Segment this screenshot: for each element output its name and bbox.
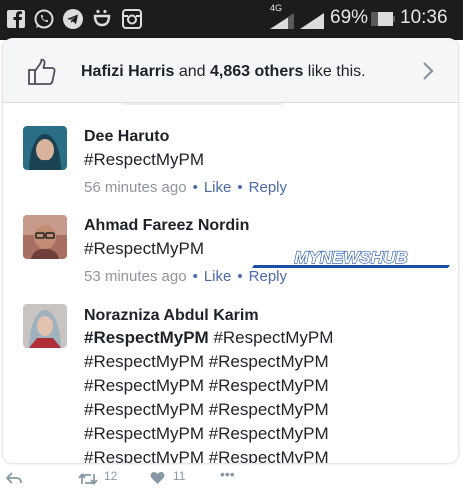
retweet-count: 12 (104, 469, 118, 483)
retweet-icon[interactable] (78, 472, 98, 486)
comment-author[interactable]: Dee Haruto (84, 128, 169, 146)
facebook-comments-card: Hafizi Harris and 4,863 others like this… (3, 38, 458, 463)
instagram-icon (122, 9, 142, 29)
facebook-icon (7, 10, 25, 29)
hashtag-line: #RespectMyPM #RespectMyPM (84, 448, 329, 463)
likes-conjunction: and (174, 63, 210, 80)
umbrella-icon (93, 9, 111, 27)
mynewshub-watermark: MYNEWSHUB (252, 247, 450, 268)
reply-link[interactable]: Reply (249, 268, 287, 285)
likes-suffix: like this. (303, 63, 366, 80)
liker-name[interactable]: Hafizi Harris (81, 63, 174, 80)
reply-link[interactable]: Reply (249, 179, 287, 196)
signal-icon (270, 13, 294, 29)
watermark-text: MYNEWSHUB (294, 248, 407, 267)
chevron-right-icon[interactable] (421, 61, 435, 81)
likes-summary-bar[interactable]: Hafizi Harris and 4,863 others like this… (3, 38, 458, 103)
comment-text[interactable]: #RespectMyPM (84, 237, 204, 261)
whatsapp-icon (34, 9, 54, 29)
avatar[interactable] (23, 215, 67, 259)
reply-arrow-icon[interactable] (6, 472, 22, 484)
like-count: 11 (173, 469, 186, 483)
thumbs-up-icon (28, 58, 56, 85)
comment-author[interactable]: Ahmad Fareez Nordin (84, 217, 249, 235)
battery-icon (371, 12, 395, 26)
comment-meta: 56 minutes ago • Like • Reply (84, 179, 287, 196)
like-link[interactable]: Like (204, 179, 232, 196)
more-options-icon[interactable]: ••• (220, 466, 235, 482)
hashtag-line: #RespectMyPM #RespectMyPM (84, 400, 329, 419)
signal-icon-2 (300, 13, 324, 29)
hashtag-line: #RespectMyPM #RespectMyPM (84, 328, 334, 347)
heart-icon[interactable] (150, 471, 165, 485)
hashtag-line: #RespectMyPM #RespectMyPM (84, 352, 329, 371)
scrolled-meta-remnant (123, 102, 283, 105)
tweet-actions-bar: 12 11 ••• (0, 463, 463, 493)
comment-text[interactable]: #RespectMyPM #RespectMyPM #RespectMyPM #… (84, 326, 333, 463)
like-link[interactable]: Like (204, 268, 232, 285)
telegram-icon (63, 9, 83, 29)
comment-meta: 53 minutes ago • Like • Reply (84, 268, 287, 285)
comment-timestamp: 53 minutes ago (84, 268, 187, 285)
avatar[interactable] (23, 126, 67, 170)
battery-percent: 69% (330, 7, 369, 28)
comment-timestamp: 56 minutes ago (84, 179, 187, 196)
likes-count[interactable]: 4,863 others (210, 63, 303, 80)
comment-author[interactable]: Norazniza Abdul Karim (84, 307, 259, 325)
hashtag-line: #RespectMyPM #RespectMyPM (84, 376, 329, 395)
clock: 10:36 (400, 7, 448, 28)
status-bar: 4G 69% 10:36 (0, 0, 463, 40)
comment-text[interactable]: #RespectMyPM (84, 148, 204, 172)
hashtag-line: #RespectMyPM #RespectMyPM (84, 424, 329, 443)
likes-summary-text: Hafizi Harris and 4,863 others like this… (81, 63, 366, 81)
avatar[interactable] (23, 304, 67, 348)
